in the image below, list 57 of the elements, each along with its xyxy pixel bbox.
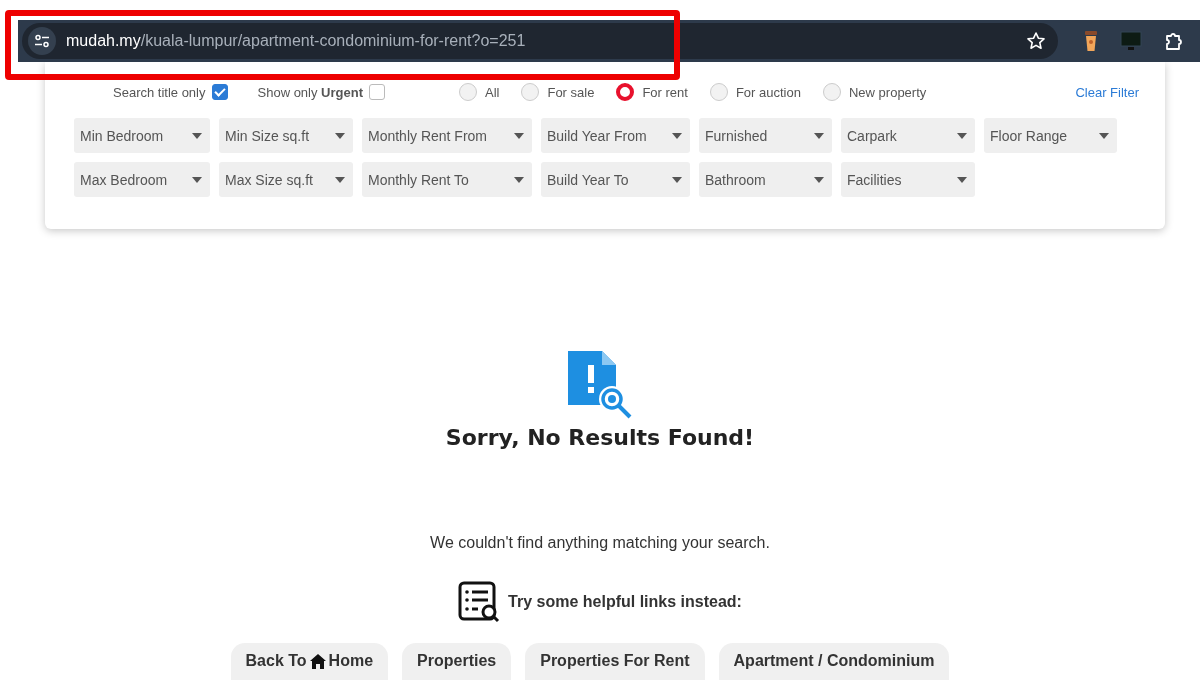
clear-filter-link[interactable]: Clear Filter — [1075, 84, 1139, 100]
bookmark-star-icon[interactable] — [1026, 31, 1046, 51]
caret-icon — [672, 132, 682, 139]
filter-dropdown[interactable]: Monthly Rent From — [362, 118, 532, 153]
checkbox[interactable] — [211, 84, 228, 100]
radio-label: For auction — [735, 84, 801, 100]
radio-button[interactable] — [616, 83, 635, 101]
caret-icon — [957, 132, 967, 139]
caret-icon — [672, 176, 682, 183]
cup-icon[interactable] — [1084, 30, 1098, 52]
filter-dropdown[interactable]: Floor Range — [984, 118, 1117, 153]
filter-dropdown[interactable]: Min Size sq.ft — [219, 118, 353, 153]
radio-button[interactable] — [709, 83, 728, 101]
site-settings-icon[interactable] — [28, 27, 56, 55]
filter-dropdown[interactable]: Furnished — [699, 118, 832, 153]
radio-label: New property — [848, 84, 927, 100]
filter-dropdown[interactable]: Carpark — [841, 118, 975, 153]
no-results-heading: Sorry, No Results Found! — [445, 425, 755, 450]
document-search-icon — [566, 349, 634, 421]
caret-icon — [192, 132, 202, 139]
caret-icon — [514, 176, 524, 183]
filter-dropdown[interactable]: Min Bedroom — [74, 118, 210, 153]
filter-dropdown[interactable]: Build Year To — [541, 162, 690, 197]
list-search-icon — [458, 581, 501, 623]
option-label: Show only Urgent — [257, 84, 363, 100]
link-button[interactable]: Back To Home — [230, 643, 389, 680]
link-button[interactable]: Apartment / Condominium — [718, 643, 950, 680]
home-icon — [309, 653, 326, 669]
extensions-icon[interactable] — [1164, 31, 1184, 51]
filter-dropdown[interactable]: Max Size sq.ft — [219, 162, 353, 197]
caret-icon — [814, 176, 824, 183]
link-button[interactable]: Properties For Rent — [525, 643, 705, 680]
filter-dropdown[interactable]: Max Bedroom — [74, 162, 210, 197]
filter-dropdown[interactable]: Bathroom — [699, 162, 832, 197]
no-results-message: We couldn't find anything matching your search. — [430, 534, 770, 552]
radio-button[interactable] — [822, 83, 841, 101]
address-bar[interactable]: mudah.my/kuala-lumpur/apartment-condominium-for-rent?o=251 — [22, 23, 1058, 59]
caret-icon — [814, 132, 824, 139]
caret-icon — [957, 176, 967, 183]
links-heading: Try some helpful links instead: — [508, 593, 742, 611]
option-label: Search title only — [113, 84, 206, 100]
radio-label: For sale — [547, 84, 595, 100]
filter-dropdown[interactable]: Build Year From — [541, 118, 690, 153]
link-button[interactable]: Properties — [402, 643, 512, 680]
url-text[interactable]: mudah.my/kuala-lumpur/apartment-condominium-for-rent?o=251 — [66, 32, 526, 50]
radio-label: All — [485, 84, 500, 100]
filter-dropdown[interactable]: Facilities — [841, 162, 975, 197]
caret-icon — [192, 176, 202, 183]
radio-label: For rent — [642, 84, 688, 100]
radio-button[interactable] — [459, 83, 477, 101]
caret-icon — [1099, 132, 1109, 139]
caret-icon — [335, 132, 345, 139]
caret-icon — [335, 176, 345, 183]
filter-dropdown[interactable]: Monthly Rent To — [362, 162, 532, 197]
radio-button[interactable] — [521, 83, 540, 101]
caret-icon — [514, 132, 524, 139]
checkbox[interactable] — [369, 84, 385, 100]
